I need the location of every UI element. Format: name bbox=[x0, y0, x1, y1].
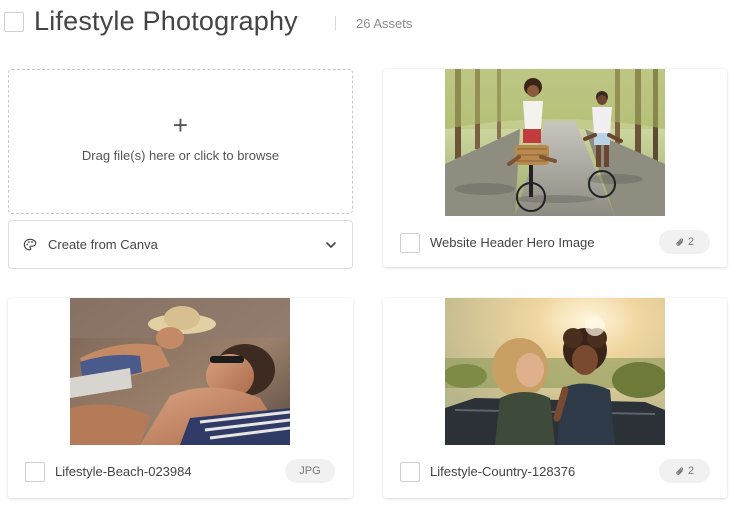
asset-name[interactable]: Lifestyle-Beach-023984 bbox=[55, 464, 192, 479]
chevron-down-icon[interactable] bbox=[324, 238, 338, 252]
asset-card[interactable]: Lifestyle-Country-128376 2 bbox=[383, 298, 727, 498]
paperclip-icon bbox=[676, 466, 684, 475]
canva-label: Create from Canva bbox=[48, 237, 158, 252]
asset-card[interactable]: Website Header Hero Image 2 bbox=[383, 69, 727, 267]
page-title: Lifestyle Photography bbox=[34, 6, 298, 36]
asset-thumbnail[interactable] bbox=[445, 69, 665, 216]
asset-select-checkbox[interactable] bbox=[25, 462, 45, 482]
attachment-count: 2 bbox=[687, 465, 695, 477]
upload-dropzone[interactable]: + Drag file(s) here or click to browse bbox=[8, 69, 353, 214]
paperclip-icon bbox=[676, 237, 684, 246]
select-all-checkbox[interactable] bbox=[4, 12, 24, 32]
attachment-count-badge[interactable]: 2 bbox=[659, 230, 710, 254]
header-divider bbox=[335, 16, 336, 30]
asset-card[interactable]: Lifestyle-Beach-023984 JPG bbox=[8, 298, 353, 498]
file-type-badge: JPG bbox=[285, 459, 335, 483]
attachment-count-badge[interactable]: 2 bbox=[659, 459, 710, 483]
page-header: Lifestyle Photography 26 Assets bbox=[0, 0, 742, 48]
asset-select-checkbox[interactable] bbox=[400, 233, 420, 253]
plus-icon: + bbox=[172, 110, 189, 140]
asset-count: 26 Assets bbox=[356, 16, 413, 31]
asset-name[interactable]: Lifestyle-Country-128376 bbox=[430, 464, 575, 479]
attachment-count: 2 bbox=[687, 236, 695, 248]
asset-name[interactable]: Website Header Hero Image bbox=[430, 235, 595, 250]
palette-icon bbox=[23, 238, 37, 251]
asset-thumbnail[interactable] bbox=[70, 298, 290, 445]
create-from-canva-dropdown[interactable]: Create from Canva bbox=[8, 220, 353, 269]
asset-select-checkbox[interactable] bbox=[400, 462, 420, 482]
asset-thumbnail[interactable] bbox=[445, 298, 665, 445]
upload-instructions: Drag file(s) here or click to browse bbox=[81, 148, 280, 163]
